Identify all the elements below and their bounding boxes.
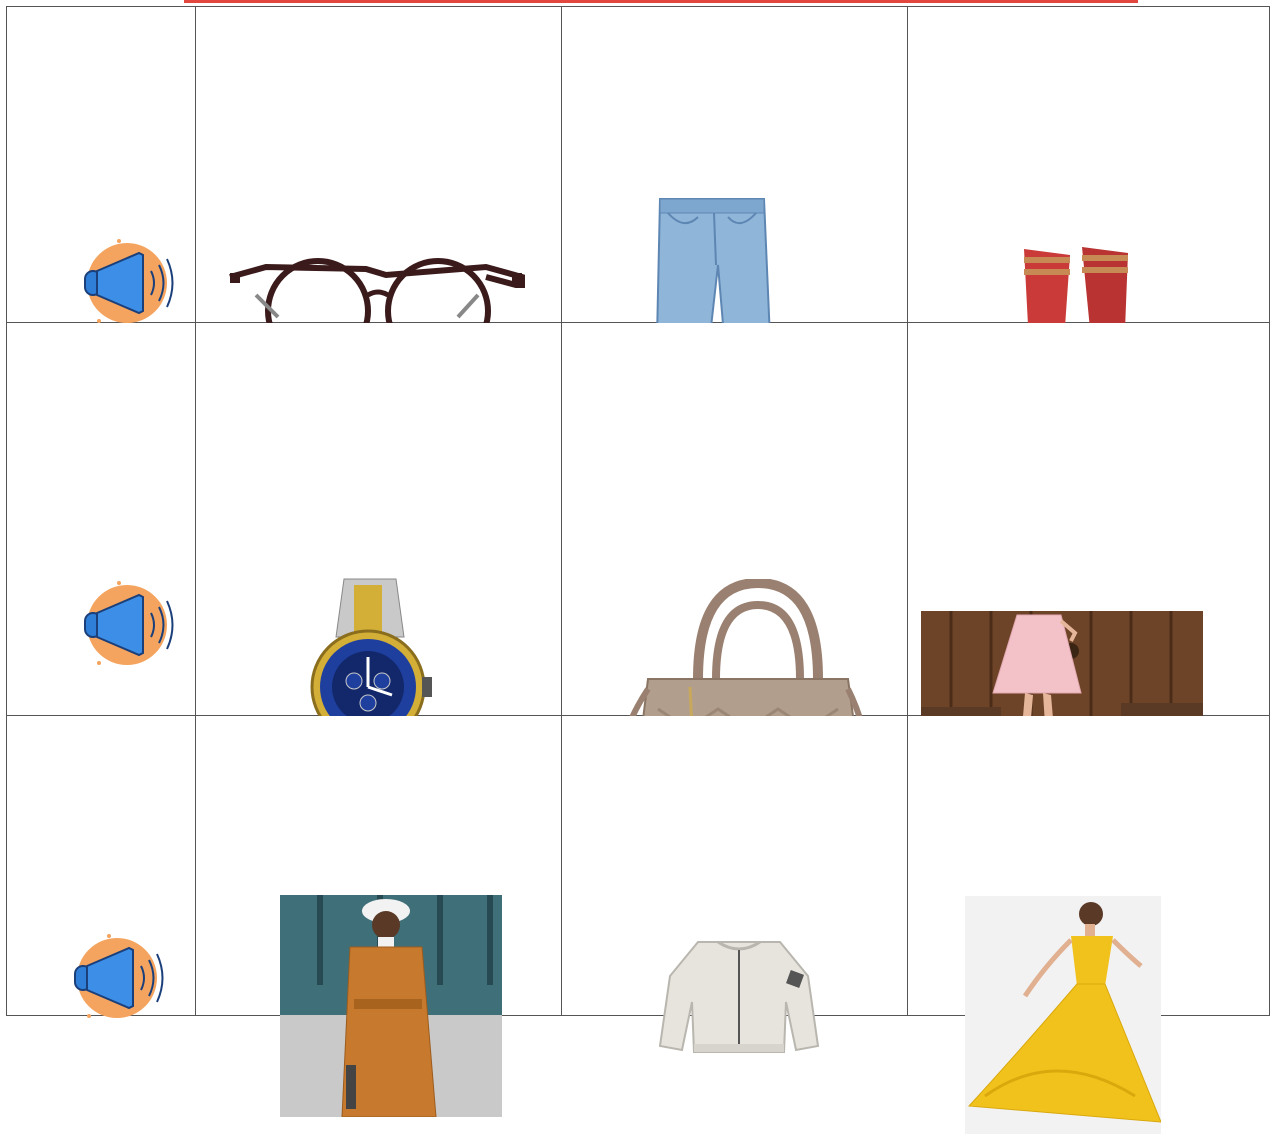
picture-cell bbox=[561, 715, 908, 1053]
grid-row bbox=[6, 6, 1270, 408]
jacket-image bbox=[658, 940, 820, 1053]
coat-image bbox=[280, 894, 502, 1117]
grid-row bbox=[6, 322, 1270, 842]
picture-cell bbox=[907, 6, 1270, 406]
top-red-rule bbox=[184, 0, 1138, 3]
picture-cell bbox=[195, 6, 562, 364]
picture-cell bbox=[907, 322, 1270, 795]
grid-row bbox=[6, 715, 1270, 1134]
speaker-icon[interactable] bbox=[79, 575, 179, 675]
vocabulary-grid bbox=[6, 6, 1270, 1134]
audio-cell bbox=[6, 715, 196, 1018]
speaker-icon[interactable] bbox=[69, 928, 169, 1028]
audio-cell bbox=[6, 6, 196, 323]
picture-cell bbox=[195, 715, 562, 1117]
picture-cell bbox=[907, 715, 1270, 1134]
dress-image bbox=[965, 895, 1161, 1134]
picture-cell bbox=[561, 6, 908, 408]
audio-cell bbox=[6, 322, 196, 716]
picture-cell bbox=[195, 322, 562, 796]
picture-cell bbox=[561, 322, 908, 842]
speaker-icon[interactable] bbox=[79, 233, 179, 333]
